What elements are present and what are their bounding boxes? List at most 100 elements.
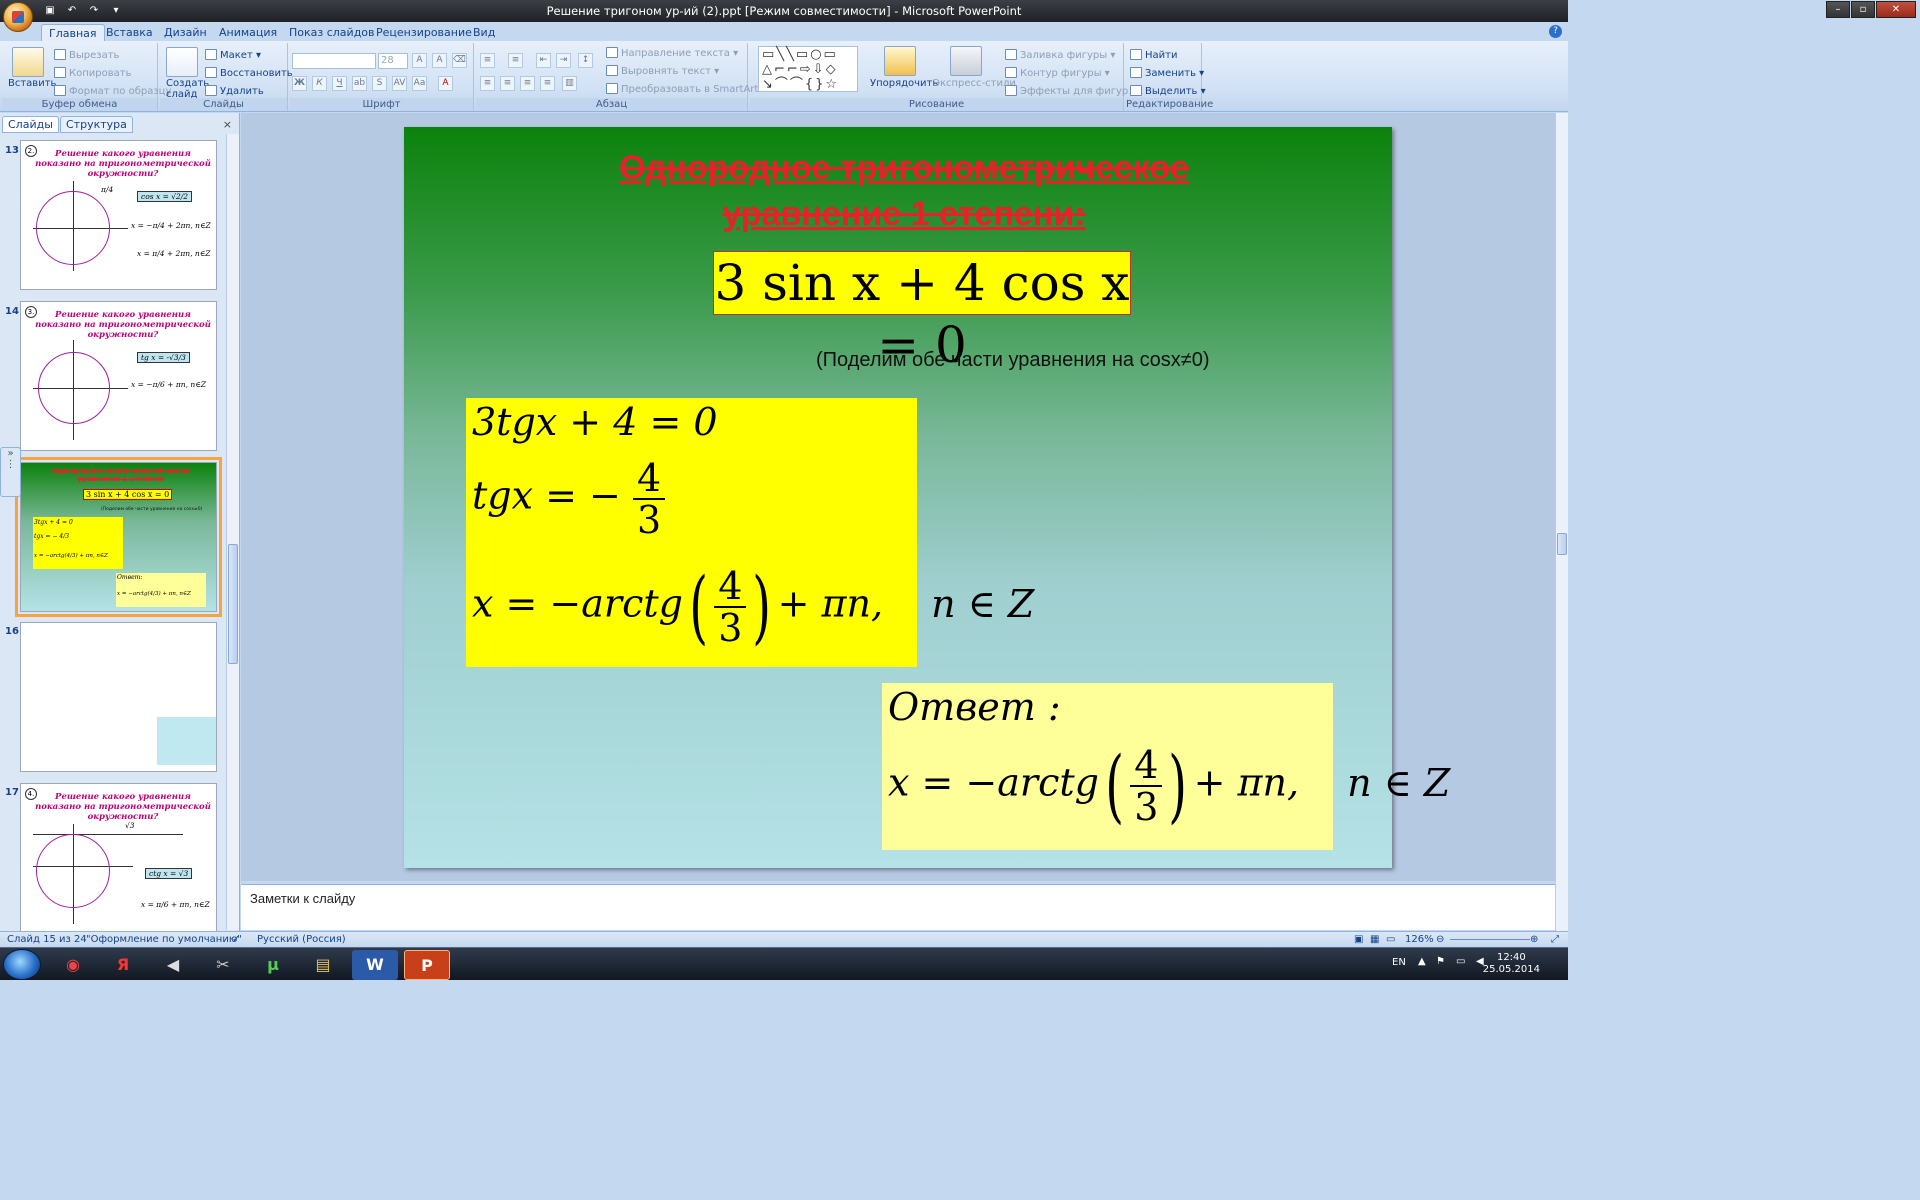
clear-format-icon[interactable]: ⌫ <box>452 53 467 68</box>
folder-icon[interactable]: ▤ <box>300 950 346 980</box>
save-icon[interactable]: ▣ <box>42 3 58 18</box>
indent-less-icon[interactable]: ⇤ <box>536 53 551 68</box>
align-left-icon[interactable]: ≡ <box>480 76 495 91</box>
shadow-icon[interactable]: S <box>372 76 387 91</box>
shrink-font-icon[interactable]: A <box>432 53 447 68</box>
clock[interactable]: 12:40 25.05.2014 <box>1483 952 1540 976</box>
slide-thumb-14[interactable]: 3. Решение какого уравнения показано на … <box>20 301 217 451</box>
quick-styles-button[interactable]: Экспресс-стили <box>933 78 1016 89</box>
shape-outline-button[interactable]: Контур фигуры ▾ <box>1005 67 1110 79</box>
tab-home[interactable]: Главная <box>41 24 105 41</box>
word-icon[interactable]: W <box>352 950 398 980</box>
tab-design[interactable]: Дизайн <box>157 24 214 41</box>
bullets-icon[interactable]: ≡ <box>480 53 495 68</box>
text-direction-button[interactable]: Направление текста ▾ <box>606 47 738 59</box>
torrent-icon[interactable]: µ <box>250 950 296 980</box>
flag-icon[interactable]: ⚑ <box>1436 956 1445 967</box>
layout-button[interactable]: Макет ▾ <box>205 49 261 61</box>
tab-view[interactable]: Вид <box>466 24 502 41</box>
slide-thumb-16[interactable] <box>20 622 217 772</box>
zoom-slider[interactable] <box>1450 939 1530 940</box>
underline-icon[interactable]: Ч <box>332 76 347 91</box>
reset-button[interactable]: Восстановить <box>205 67 293 79</box>
font-name-combo[interactable] <box>292 53 376 69</box>
tab-outline[interactable]: Структура <box>60 116 133 133</box>
spacing-icon[interactable]: AV <box>392 76 407 91</box>
paste-button[interactable]: Вставить <box>8 78 56 89</box>
arrange-button[interactable]: Упорядочить <box>870 78 938 89</box>
tab-insert[interactable]: Вставка <box>99 24 160 41</box>
sorter-view-icon[interactable]: ▦ <box>1370 932 1379 947</box>
zoom-out-icon[interactable]: ⊖ <box>1436 932 1444 947</box>
slide-thumb-13[interactable]: 2. Решение какого уравнения показано на … <box>20 140 217 290</box>
grow-font-icon[interactable]: A <box>412 53 427 68</box>
minimize-button[interactable]: – <box>1826 1 1850 18</box>
align-text-button[interactable]: Выровнять текст ▾ <box>606 65 719 77</box>
start-button[interactable] <box>3 949 41 980</box>
smartart-button[interactable]: Преобразовать в SmartArt ▾ <box>606 83 767 95</box>
office-button[interactable] <box>3 2 33 32</box>
panel-scrollbar[interactable] <box>226 134 239 930</box>
editor-scrollbar[interactable] <box>1555 113 1568 931</box>
shape-effects-button[interactable]: Эффекты для фигур ▾ <box>1005 85 1136 97</box>
shapes-gallery[interactable]: ▭╲╲▭○▭ △⌐⌐⇨⇩◇ ↘⌒⌒{}☆ <box>758 46 858 92</box>
case-icon[interactable]: Aa <box>412 76 427 91</box>
tab-animation[interactable]: Анимация <box>212 24 284 41</box>
language-indicator[interactable]: Русский (Россия) <box>257 932 346 947</box>
strike-icon[interactable]: ab <box>352 76 367 91</box>
zoom-in-icon[interactable]: ⊕ <box>1530 932 1538 947</box>
slide-canvas[interactable]: Однородное тригонометрическое уравнение … <box>404 127 1450 868</box>
panel-scroll-thumb[interactable] <box>228 544 238 664</box>
close-panel-icon[interactable]: × <box>223 118 232 131</box>
bold-icon[interactable]: Ж <box>292 76 307 91</box>
panel-collapse-handle[interactable]: » ⋮ <box>0 447 21 497</box>
columns-icon[interactable]: ▥ <box>562 76 577 91</box>
theme-name[interactable]: "Оформление по умолчанию" <box>86 932 242 947</box>
copy-button[interactable]: Копировать <box>54 67 131 79</box>
align-right-icon[interactable]: ≡ <box>520 76 535 91</box>
select-button[interactable]: Выделить ▾ <box>1130 85 1206 97</box>
slide-thumb-17[interactable]: 4. Решение какого уравнения показано на … <box>20 783 217 933</box>
delete-slide-button[interactable]: Удалить <box>205 85 264 97</box>
indent-more-icon[interactable]: ⇥ <box>556 53 571 68</box>
font-size-combo[interactable]: 28 <box>378 53 408 69</box>
tab-review[interactable]: Рецензирование <box>369 24 479 41</box>
redo-icon[interactable]: ↷ <box>86 3 102 18</box>
cut-button[interactable]: Вырезать <box>54 49 119 61</box>
editor-scroll-thumb[interactable] <box>1557 533 1567 555</box>
tab-slides[interactable]: Слайды <box>2 116 59 133</box>
line-spacing-icon[interactable]: ↕ <box>578 53 593 68</box>
slide-thumb-15[interactable]: Однородное тригонометрическое уравнение … <box>15 457 222 617</box>
speaker-app-icon[interactable]: ◀ <box>150 950 196 980</box>
powerpoint-icon[interactable]: P <box>404 950 450 980</box>
format-painter-button[interactable]: Формат по образцу <box>54 85 171 97</box>
find-button[interactable]: Найти <box>1130 49 1177 61</box>
chrome-icon[interactable]: ◉ <box>50 950 96 980</box>
shape-fill-button[interactable]: Заливка фигуры ▾ <box>1005 49 1115 61</box>
qat-customize-icon[interactable]: ▾ <box>108 3 124 18</box>
font-color-icon[interactable]: A <box>438 76 453 91</box>
yandex-icon[interactable]: Я <box>100 950 146 980</box>
align-center-icon[interactable]: ≡ <box>500 76 515 91</box>
tray-expand-icon[interactable]: ▲ <box>1418 956 1426 967</box>
replace-button[interactable]: Заменить ▾ <box>1130 67 1204 79</box>
slideshow-view-icon[interactable]: ▭ <box>1386 932 1395 947</box>
tab-slideshow[interactable]: Показ слайдов <box>282 24 382 41</box>
maximize-button[interactable]: ▫ <box>1851 1 1875 18</box>
notes-pane[interactable]: Заметки к слайду <box>241 884 1555 930</box>
italic-icon[interactable]: К <box>312 76 327 91</box>
new-slide-button[interactable]: Создать <box>166 78 209 89</box>
normal-view-icon[interactable]: ▣ <box>1354 932 1363 947</box>
zoom-level[interactable]: 126% <box>1405 932 1434 947</box>
find-label: Найти <box>1145 50 1178 61</box>
tools-icon[interactable]: ✂ <box>200 950 246 980</box>
help-icon[interactable]: ? <box>1549 25 1562 38</box>
close-button[interactable]: ✕ <box>1876 1 1916 18</box>
numbering-icon[interactable]: ≡ <box>508 53 523 68</box>
undo-icon[interactable]: ↶ <box>64 3 80 18</box>
spellcheck-icon[interactable]: ✓ <box>232 932 240 947</box>
justify-icon[interactable]: ≡ <box>540 76 555 91</box>
network-icon[interactable]: ▭ <box>1456 956 1465 967</box>
input-language[interactable]: EN <box>1392 957 1406 968</box>
fit-window-icon[interactable]: ⤢ <box>1551 932 1559 947</box>
